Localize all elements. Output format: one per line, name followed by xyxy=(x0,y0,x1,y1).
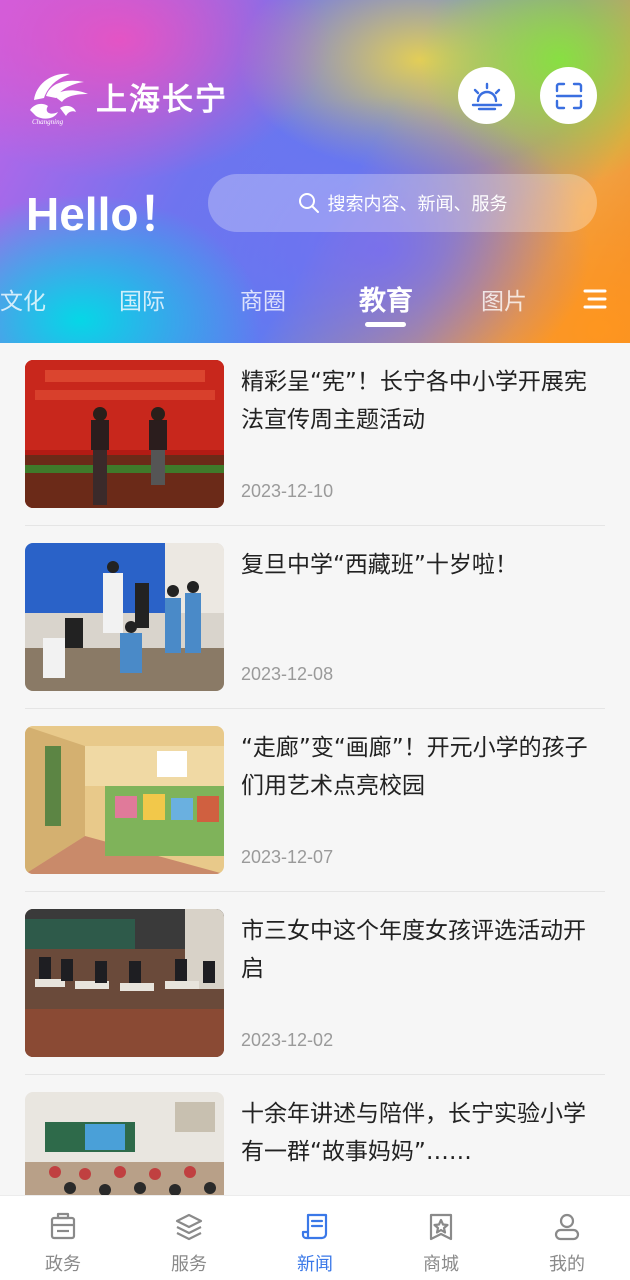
news-list: 精彩呈“宪”！长宁各中小学开展宪法宣传周主题活动 2023-12-10 复旦中学… xyxy=(0,343,630,1195)
news-title: 十余年讲述与陪伴，长宁实验小学有一群“故事妈妈”…… xyxy=(241,1101,586,1165)
active-tab-indicator xyxy=(365,322,406,327)
nav-news[interactable]: 新闻 xyxy=(252,1196,378,1280)
app-logo: Changning 上海长宁 xyxy=(24,66,228,126)
user-icon xyxy=(554,1213,580,1241)
search-bar[interactable]: 搜索内容、新闻、服务 xyxy=(208,174,597,232)
news-title: 市三女中这个年度女孩评选活动开启 xyxy=(241,918,586,982)
layers-icon xyxy=(175,1213,203,1241)
government-icon xyxy=(50,1212,76,1240)
scan-button[interactable] xyxy=(540,67,597,124)
news-item[interactable]: 市三女中这个年度女孩评选活动开启 2023-12-02 xyxy=(25,892,605,1075)
stage-photo-image xyxy=(25,360,224,508)
news-date: 2023-12-10 xyxy=(241,481,334,501)
tab-international[interactable]: 国际 xyxy=(119,282,165,316)
nav-profile[interactable]: 我的 xyxy=(504,1196,630,1280)
tab-menu-icon[interactable] xyxy=(583,288,607,310)
logo-caption: Changning xyxy=(32,118,64,126)
news-scroll-icon xyxy=(301,1213,328,1240)
nav-services[interactable]: 服务 xyxy=(126,1196,252,1280)
search-icon xyxy=(298,193,319,213)
news-thumbnail xyxy=(25,726,224,874)
storytelling-classroom-image xyxy=(25,1092,224,1195)
sunrise-weather-icon xyxy=(471,82,502,110)
news-date: 2023-12-02 xyxy=(241,1030,334,1050)
news-item[interactable]: 复旦中学“西藏班”十岁啦！ 2023-12-08 xyxy=(25,526,605,709)
shop-star-icon xyxy=(429,1213,453,1241)
greeting-text: Hello！ xyxy=(26,188,185,240)
header: Changning 上海长宁 Hello！ 搜索内容、新闻、服务 文化 国际 商… xyxy=(0,0,630,343)
news-item[interactable]: “走廊”变“画廊”！开元小学的孩子们用艺术点亮校园 2023-12-07 xyxy=(25,709,605,892)
news-thumbnail xyxy=(25,543,224,691)
nav-label: 服务 xyxy=(171,1254,207,1275)
news-date: 2023-12-08 xyxy=(241,664,334,684)
app-title: 上海长宁 xyxy=(96,81,228,118)
nav-government[interactable]: 政务 xyxy=(0,1196,126,1280)
nav-label: 商城 xyxy=(423,1254,459,1275)
news-title: “走廊”变“画廊”！开元小学的孩子们用艺术点亮校园 xyxy=(241,735,588,799)
news-date: 2023-12-07 xyxy=(241,847,334,867)
tab-pictures[interactable]: 图片 xyxy=(481,282,527,316)
tab-business-district[interactable]: 商圈 xyxy=(240,282,286,316)
search-placeholder: 搜索内容、新闻、服务 xyxy=(327,194,508,215)
performance-photo-image xyxy=(25,543,224,691)
weather-button[interactable] xyxy=(458,67,515,124)
nav-label: 新闻 xyxy=(297,1254,333,1275)
news-title: 复旦中学“西藏班”十岁啦！ xyxy=(241,552,518,578)
changning-logo-icon: Changning xyxy=(30,73,88,126)
nav-label: 政务 xyxy=(45,1254,81,1275)
corridor-gallery-image xyxy=(25,726,224,874)
scan-icon xyxy=(555,82,582,109)
news-thumbnail xyxy=(25,909,224,1057)
tab-education[interactable]: 教育 xyxy=(359,279,413,318)
news-item[interactable]: 十余年讲述与陪伴，长宁实验小学有一群“故事妈妈”…… xyxy=(25,1075,605,1195)
classroom-meeting-image xyxy=(25,909,224,1057)
bottom-navigation: 政务 服务 新闻 商城 我的 xyxy=(0,1195,630,1280)
news-item[interactable]: 精彩呈“宪”！长宁各中小学开展宪法宣传周主题活动 2023-12-10 xyxy=(25,343,605,526)
category-tabs: 文化 国际 商圈 教育 图片 xyxy=(0,282,630,322)
nav-label: 我的 xyxy=(549,1254,585,1275)
nav-shop[interactable]: 商城 xyxy=(378,1196,504,1280)
news-title: 精彩呈“宪”！长宁各中小学开展宪法宣传周主题活动 xyxy=(241,369,587,433)
news-thumbnail xyxy=(25,360,224,508)
news-thumbnail xyxy=(25,1092,224,1195)
tab-culture[interactable]: 文化 xyxy=(0,282,46,316)
